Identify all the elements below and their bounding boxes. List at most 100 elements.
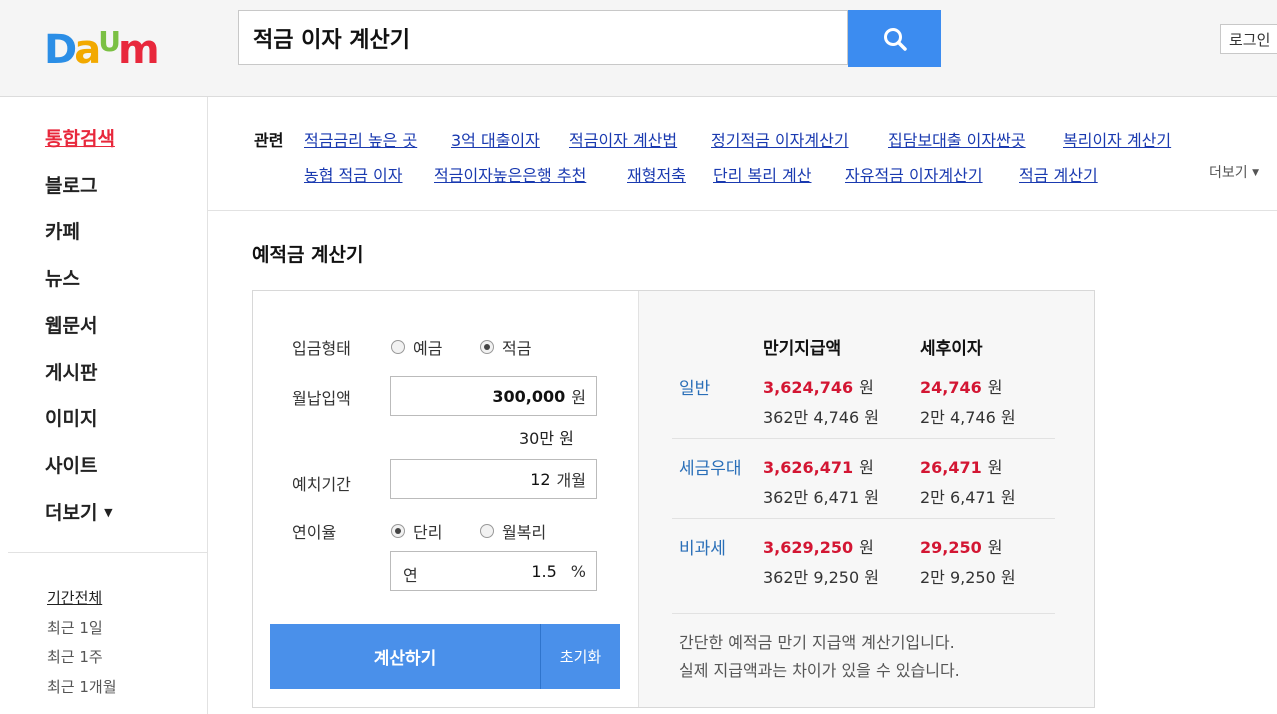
maturity-amount-korean: 362만 6,471 원: [763, 488, 879, 507]
maturity-amount-korean: 362만 9,250 원: [763, 568, 879, 587]
monthly-payment-value: 300,000: [492, 386, 566, 406]
period-input[interactable]: 12 개월: [390, 459, 597, 499]
calculate-button[interactable]: 계산하기: [270, 624, 540, 689]
monthly-payment-label: 월납입액: [292, 389, 351, 408]
logo-letter: D: [44, 27, 77, 73]
related-link[interactable]: 3억 대출이자: [451, 127, 540, 151]
row-divider: [672, 438, 1055, 439]
sidebar: 통합검색 블로그 카페 뉴스 웹문서 게시판 이미지 사이트 더보기 ▼ 기간전…: [0, 97, 208, 714]
won-unit: 원: [859, 458, 874, 477]
maturity-amount: 3,629,250 원: [763, 534, 874, 558]
related-searches: 관련 적금금리 높은 곳 3억 대출이자 적금이자 계산법 정기적금 이자계산기…: [208, 97, 1277, 211]
after-tax-interest-value: 26,471: [920, 458, 982, 477]
logo-letter: m: [117, 27, 160, 73]
search-box: [238, 10, 848, 65]
maturity-amount: 3,626,471 원: [763, 454, 874, 478]
after-tax-interest-korean: 2만 6,471 원: [920, 488, 1016, 507]
search-input[interactable]: [239, 11, 847, 64]
period-value: 12: [530, 469, 551, 489]
monthly-payment-input[interactable]: 300,000 원: [390, 376, 597, 416]
after-tax-interest: 26,471 원: [920, 454, 1002, 478]
radio-savings[interactable]: 적금: [480, 335, 531, 359]
interest-rate-label: 연이율: [292, 523, 337, 542]
period-1day[interactable]: 최근 1일: [47, 617, 103, 638]
header: DaUm 로그인: [0, 0, 1277, 97]
related-link[interactable]: 자유적금 이자계산기: [845, 162, 983, 186]
after-tax-interest: 24,746 원: [920, 374, 1002, 398]
after-tax-interest-value: 24,746: [920, 378, 982, 397]
result-row-label: 일반: [679, 379, 711, 399]
nav-news[interactable]: 뉴스: [45, 264, 80, 291]
nav-more[interactable]: 더보기 ▼: [45, 498, 113, 525]
radio-simple-interest[interactable]: 단리: [391, 519, 442, 543]
row-divider: [672, 613, 1055, 614]
radio-savings-label: 적금: [502, 339, 532, 358]
won-unit: 원: [987, 378, 1003, 397]
radio-deposit-label: 예금: [413, 339, 443, 358]
rate-value: 1.5: [531, 561, 557, 581]
nav-web-docs[interactable]: 웹문서: [45, 311, 97, 338]
related-link[interactable]: 단리 복리 계산: [713, 162, 812, 186]
won-unit: 원: [987, 538, 1003, 557]
logo-letter: U: [98, 25, 121, 58]
related-link[interactable]: 정기적금 이자계산기: [711, 127, 849, 151]
radio-deposit[interactable]: 예금: [391, 335, 442, 359]
caret-down-icon: ▼: [1252, 168, 1260, 178]
calculator-title: 예적금 계산기: [252, 244, 364, 266]
related-link[interactable]: 적금금리 높은 곳: [304, 127, 417, 151]
deposit-type-label: 입금형태: [292, 339, 351, 358]
related-link[interactable]: 적금이자 계산법: [569, 127, 677, 151]
radio-icon: [480, 524, 494, 538]
related-link[interactable]: 적금 계산기: [1019, 162, 1098, 186]
period-1month[interactable]: 최근 1개월: [47, 676, 117, 697]
related-more-button[interactable]: 더보기 ▼: [1209, 162, 1259, 182]
search-button[interactable]: [848, 10, 941, 67]
maturity-amount-korean: 362만 4,746 원: [763, 408, 879, 427]
related-link[interactable]: 농협 적금 이자: [304, 162, 403, 186]
after-tax-interest-header: 세후이자: [920, 339, 983, 359]
radio-selected-icon: [480, 340, 494, 354]
nav-integrated-search[interactable]: 통합검색: [45, 124, 115, 151]
after-tax-interest-korean: 2만 9,250 원: [920, 568, 1016, 587]
related-link[interactable]: 집담보대출 이자싼곳: [888, 127, 1026, 151]
calculator-inputs: 입금형태 예금 적금 월납입액 300,000 원 30만 원 예치기간 12 개월…: [253, 291, 638, 707]
won-unit: 원: [859, 378, 874, 397]
related-link[interactable]: 복리이자 계산기: [1063, 127, 1171, 151]
calculator-note: 간단한 예적금 만기 지급액 계산기입니다.: [679, 633, 955, 652]
daum-logo[interactable]: DaUm: [44, 20, 160, 72]
row-divider: [672, 518, 1055, 519]
related-more-label: 더보기: [1209, 165, 1248, 181]
related-link[interactable]: 적금이자높은은행 추천: [434, 162, 586, 186]
logo-letter: a: [74, 27, 101, 73]
login-button[interactable]: 로그인: [1220, 24, 1277, 54]
won-unit: 원: [987, 458, 1003, 477]
nav-sites[interactable]: 사이트: [45, 451, 97, 478]
won-unit: 원: [859, 538, 874, 557]
nav-blog[interactable]: 블로그: [45, 171, 97, 198]
related-link[interactable]: 재형저축: [627, 162, 686, 186]
nav-cafe[interactable]: 카페: [45, 217, 80, 244]
sidebar-divider: [8, 552, 207, 553]
calculator-widget: 입금형태 예금 적금 월납입액 300,000 원 30만 원 예치기간 12 개월…: [252, 290, 1095, 708]
radio-simple-label: 단리: [413, 523, 443, 542]
maturity-amount-value: 3,629,250: [763, 538, 854, 557]
reset-button[interactable]: 초기화: [540, 624, 620, 689]
radio-icon: [391, 340, 405, 354]
maturity-amount-value: 3,624,746: [763, 378, 854, 397]
nav-more-label: 더보기: [45, 502, 98, 524]
rate-prefix: 연: [403, 566, 418, 585]
period-unit: 개월: [556, 471, 586, 490]
interest-rate-input[interactable]: 연 1.5%: [390, 551, 597, 591]
after-tax-interest-korean: 2만 4,746 원: [920, 408, 1016, 427]
monthly-payment-korean: 30만 원: [519, 429, 574, 448]
related-title: 관련: [254, 131, 284, 150]
nav-images[interactable]: 이미지: [45, 404, 97, 431]
after-tax-interest-value: 29,250: [920, 538, 982, 557]
period-1week[interactable]: 최근 1주: [47, 646, 103, 667]
search-icon: [883, 27, 907, 51]
rate-unit: %: [570, 561, 586, 581]
period-all[interactable]: 기간전체: [47, 587, 102, 608]
radio-monthly-compound[interactable]: 월복리: [480, 519, 546, 543]
nav-board[interactable]: 게시판: [45, 358, 97, 385]
caret-down-icon: ▼: [104, 506, 113, 519]
